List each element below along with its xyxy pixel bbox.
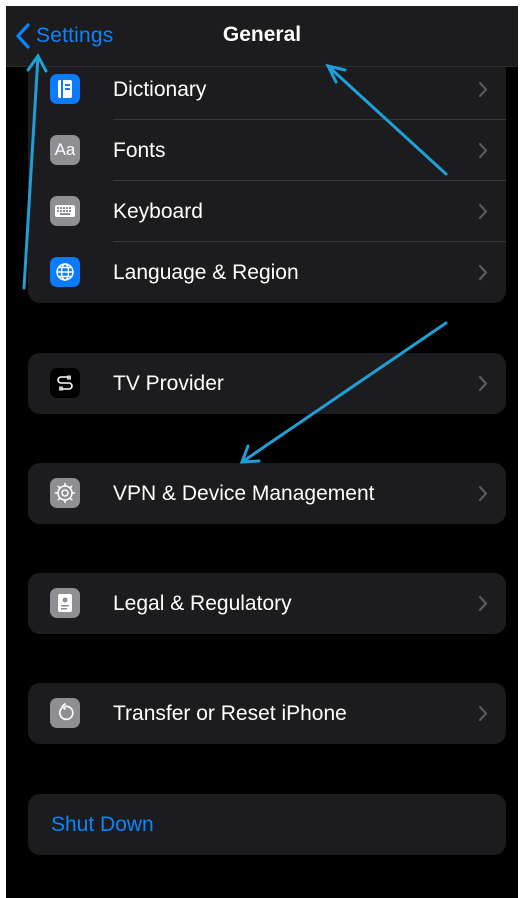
chevron-right-icon	[478, 705, 488, 722]
chevron-right-icon	[478, 595, 488, 612]
gear-icon	[50, 478, 80, 508]
language-region-row[interactable]: Language & Region	[28, 242, 506, 303]
keyboard-icon	[50, 196, 80, 226]
transfer-reset-label: Transfer or Reset iPhone	[113, 701, 347, 725]
chevron-right-icon	[478, 81, 488, 98]
shut-down-button[interactable]: Shut Down	[28, 794, 506, 855]
chevron-right-icon	[478, 203, 488, 220]
settings-group-transfer: Transfer or Reset iPhone	[28, 683, 506, 744]
settings-group-tv-provider: TV Provider	[28, 353, 506, 414]
reset-icon	[50, 698, 80, 728]
chevron-right-icon	[478, 485, 488, 502]
settings-group-language: Dictionary Aa Fonts Keyboard Language & …	[28, 59, 506, 303]
dictionary-label: Dictionary	[113, 77, 207, 101]
iphone-screen: Settings General Dictionary Aa Fonts Key…	[6, 6, 518, 898]
shut-down-label: Shut Down	[51, 812, 154, 836]
fonts-icon: Aa	[50, 135, 80, 165]
tv-provider-row[interactable]: TV Provider	[28, 353, 506, 414]
navigation-bar: Settings General	[6, 6, 518, 67]
keyboard-label: Keyboard	[113, 199, 203, 223]
settings-group-shutdown: Shut Down	[28, 794, 506, 855]
transfer-reset-row[interactable]: Transfer or Reset iPhone	[28, 683, 506, 744]
chevron-right-icon	[478, 142, 488, 159]
vpn-device-management-label: VPN & Device Management	[113, 481, 375, 505]
tv-provider-icon	[50, 368, 80, 398]
legal-regulatory-row[interactable]: Legal & Regulatory	[28, 573, 506, 634]
fonts-row[interactable]: Aa Fonts	[28, 120, 506, 181]
fonts-label: Fonts	[113, 138, 166, 162]
language-region-label: Language & Region	[113, 260, 299, 284]
tv-provider-label: TV Provider	[113, 371, 224, 395]
fonts-icon-text: Aa	[54, 140, 76, 159]
vpn-device-management-row[interactable]: VPN & Device Management	[28, 463, 506, 524]
chevron-right-icon	[478, 264, 488, 281]
chevron-right-icon	[478, 375, 488, 392]
legal-icon	[50, 588, 80, 618]
keyboard-row[interactable]: Keyboard	[28, 181, 506, 242]
settings-group-legal: Legal & Regulatory	[28, 573, 506, 634]
dictionary-row[interactable]: Dictionary	[28, 59, 506, 120]
page-title: General	[222, 23, 302, 46]
globe-icon	[50, 257, 80, 287]
dictionary-icon	[50, 74, 80, 104]
settings-group-vpn: VPN & Device Management	[28, 463, 506, 524]
legal-regulatory-label: Legal & Regulatory	[113, 591, 292, 615]
